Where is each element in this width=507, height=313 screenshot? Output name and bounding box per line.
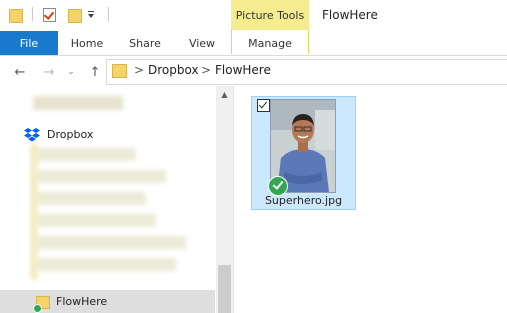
blurred-nav-item [36, 258, 176, 271]
back-arrow-icon[interactable]: ← [11, 63, 29, 81]
blurred-nav-item [36, 214, 156, 227]
dropbox-icon [24, 128, 40, 142]
breadcrumb-flowhere[interactable]: FlowHere [215, 63, 271, 77]
properties-check-icon[interactable] [43, 8, 56, 22]
nav-item-flowhere[interactable]: FlowHere [56, 295, 107, 308]
blurred-nav-item [36, 170, 166, 183]
blurred-nav-item [36, 236, 186, 249]
blurred-nav-item [36, 192, 146, 205]
recent-locations-chevron-icon[interactable]: ⌄ [62, 63, 80, 81]
blurred-nav-item [33, 96, 123, 110]
tab-manage[interactable]: Manage [237, 31, 303, 55]
contextual-group-border-left [231, 30, 232, 54]
tab-share[interactable]: Share [122, 31, 168, 55]
tab-file[interactable]: File [0, 31, 58, 55]
new-folder-icon[interactable] [68, 9, 82, 23]
customize-toolbar-icon[interactable] [86, 8, 96, 20]
navigation-pane[interactable] [0, 86, 233, 313]
nav-item-dropbox[interactable]: Dropbox [47, 128, 93, 141]
tab-view[interactable]: View [179, 31, 225, 55]
contextual-group-border-right [308, 30, 309, 54]
forward-arrow-icon[interactable]: → [40, 63, 58, 81]
blurred-folder-column [30, 144, 38, 280]
sync-check-icon [33, 304, 42, 313]
nav-scrollbar-thumb[interactable] [218, 265, 231, 313]
breadcrumb-separator[interactable]: > [201, 63, 211, 77]
breadcrumb-dropbox[interactable]: Dropbox [148, 63, 199, 77]
toolbar-separator [108, 7, 109, 21]
sync-status-check-icon [268, 176, 288, 196]
scroll-up-arrow-icon[interactable]: ▲ [218, 89, 231, 99]
up-arrow-icon[interactable]: ↑ [86, 63, 104, 81]
window-title: FlowHere [322, 8, 378, 22]
picture-tools-header: Picture Tools [231, 0, 309, 30]
breadcrumb-separator[interactable]: > [134, 63, 144, 77]
blurred-nav-item [36, 148, 136, 161]
quick-access-folder-icon[interactable] [9, 9, 23, 23]
item-checkbox[interactable] [257, 99, 270, 112]
address-folder-icon [112, 64, 127, 78]
file-name[interactable]: Superhero.jpg [251, 194, 356, 207]
ribbon-divider [0, 55, 507, 56]
pane-divider [233, 86, 234, 313]
toolbar-separator [32, 7, 33, 21]
tab-home[interactable]: Home [64, 31, 110, 55]
